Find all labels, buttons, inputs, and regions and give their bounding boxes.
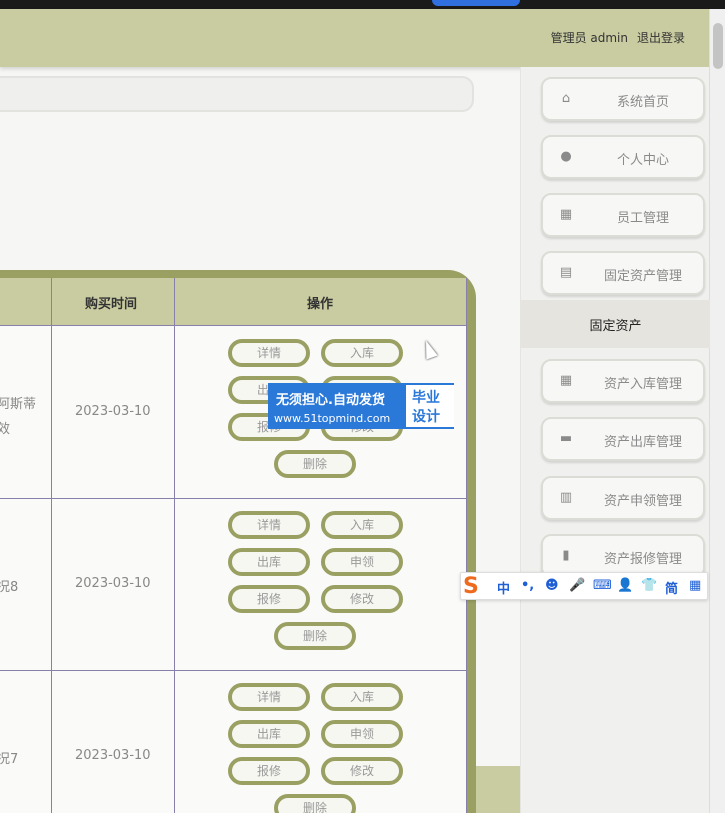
briefcase-icon: ▬: [559, 431, 573, 446]
sidebar-item-label: 员工管理: [616, 211, 669, 226]
column-divider: [51, 278, 52, 813]
sidebar-item-asset-apply[interactable]: ▥ 资产申领管理: [541, 476, 705, 520]
row3-delete-button[interactable]: 删除: [274, 794, 356, 813]
watermark-right2: 设计: [412, 409, 440, 425]
grid-icon: ▦: [559, 373, 573, 388]
ime-emoji-icon[interactable]: ☻: [545, 578, 559, 593]
sogou-logo-icon[interactable]: S: [463, 574, 491, 600]
row3-detail-button[interactable]: 详情: [228, 683, 310, 711]
logout-link[interactable]: 退出登录: [637, 29, 685, 46]
header-actions: 操作: [307, 297, 334, 312]
column-divider: [466, 278, 467, 813]
row2-edit-button[interactable]: 修改: [321, 585, 403, 613]
sidebar-item-profile[interactable]: ● 个人中心: [541, 135, 705, 179]
sidebar-item-label: 资产报修管理: [603, 552, 682, 567]
row1-status-2: 效: [0, 422, 11, 437]
ime-lang-toggle[interactable]: 中: [497, 578, 510, 597]
row1-date: 2023-03-10: [75, 404, 151, 419]
watermark-line2: www.51topmind.com: [274, 412, 391, 425]
row3-edit-button[interactable]: 修改: [321, 757, 403, 785]
sidebar-item-fixed-assets[interactable]: ▤ 固定资产管理: [541, 251, 705, 295]
clipboard-icon: ▤: [559, 265, 573, 280]
row3-apply-button[interactable]: 申领: [321, 720, 403, 748]
row-divider: [0, 670, 467, 671]
column-divider: [174, 278, 175, 813]
row2-detail-button[interactable]: 详情: [228, 511, 310, 539]
ime-toolbar[interactable]: S 中 •, ☻ 🎤 ⌨ 👤 👕 简 ▦: [460, 572, 708, 600]
row3-status: 况7: [0, 752, 19, 767]
book-icon: ▥: [559, 490, 573, 505]
sidebar-item-home[interactable]: ⌂ 系统首页: [541, 77, 705, 121]
sidebar: ⌂ 系统首页 ● 个人中心 ▦ 员工管理 ▤ 固定资产管理 固定资产 ▦ 资产入…: [520, 67, 710, 813]
row-divider: [0, 325, 467, 326]
row-divider: [0, 498, 467, 499]
home-icon: ⌂: [561, 91, 571, 106]
row2-status: 况8: [0, 580, 19, 595]
ime-keyboard-icon[interactable]: ⌨: [593, 578, 612, 593]
row1-detail-button[interactable]: 详情: [228, 339, 310, 367]
os-top-strip: [0, 0, 725, 9]
row3-date: 2023-03-10: [75, 748, 151, 763]
sidebar-item-label: 个人中心: [616, 153, 669, 168]
sidebar-item-asset-out[interactable]: ▬ 资产出库管理: [541, 417, 705, 461]
row3-stockout-button[interactable]: 出库: [228, 720, 310, 748]
footer-band: [476, 766, 520, 813]
notification-pill[interactable]: [432, 0, 520, 6]
scrollbar-thumb[interactable]: [713, 23, 723, 69]
row2-delete-button[interactable]: 删除: [274, 622, 356, 650]
search-bar[interactable]: [0, 76, 474, 112]
sidebar-item-label: 系统首页: [616, 95, 669, 110]
row1-stockin-button[interactable]: 入库: [321, 339, 403, 367]
sidebar-item-label: 资产出库管理: [603, 435, 682, 450]
sidebar-subitem-fixed-asset[interactable]: 固定资产: [521, 300, 710, 348]
watermark-right1: 毕业: [412, 390, 440, 406]
current-user: 管理员 admin: [550, 31, 628, 45]
ime-punct-icon[interactable]: •,: [521, 578, 534, 593]
watermark-line1: 无须担心.自动发货: [276, 393, 385, 408]
sidebar-item-label: 资产入库管理: [603, 377, 682, 392]
page-scrollbar[interactable]: [709, 9, 725, 813]
ime-user-icon[interactable]: 👤: [617, 578, 633, 593]
top-header: 管理员 admin 退出登录: [0, 9, 709, 67]
table-header: 状况 购买时间 操作: [0, 278, 467, 325]
row3-repair-button[interactable]: 报修: [228, 757, 310, 785]
sidebar-item-asset-in[interactable]: ▦ 资产入库管理: [541, 359, 705, 403]
row2-date: 2023-03-10: [75, 576, 151, 591]
watermark-overlay: 无须担心.自动发货 www.51topmind.com 毕业 设计: [268, 383, 454, 429]
watermark-badge: 毕业 设计: [406, 385, 454, 427]
ime-skin-icon[interactable]: 👕: [641, 578, 657, 593]
ime-simplified-toggle[interactable]: 简: [665, 578, 678, 597]
ime-mic-icon[interactable]: 🎤: [569, 578, 585, 593]
sidebar-subitem-label: 固定资产: [589, 319, 642, 334]
row3-stockin-button[interactable]: 入库: [321, 683, 403, 711]
row2-repair-button[interactable]: 报修: [228, 585, 310, 613]
asset-table-card: 状况 购买时间 操作 阿斯蒂 效 2023-03-10 详情 入库 出库 申领 …: [0, 270, 476, 813]
header-purchase-date: 购买时间: [85, 297, 138, 312]
ime-menu-icon[interactable]: ▦: [689, 578, 701, 593]
bar-chart-icon: ▮: [562, 548, 570, 563]
row2-stockin-button[interactable]: 入库: [321, 511, 403, 539]
grid-icon: ▦: [559, 207, 573, 222]
row2-apply-button[interactable]: 申领: [321, 548, 403, 576]
row2-stockout-button[interactable]: 出库: [228, 548, 310, 576]
row1-delete-button[interactable]: 删除: [274, 450, 356, 478]
row1-status-1: 阿斯蒂: [0, 397, 37, 412]
sidebar-item-employees[interactable]: ▦ 员工管理: [541, 193, 705, 237]
sidebar-item-label: 固定资产管理: [603, 269, 682, 284]
sidebar-item-label: 资产申领管理: [603, 494, 682, 509]
user-icon: ●: [560, 149, 572, 164]
